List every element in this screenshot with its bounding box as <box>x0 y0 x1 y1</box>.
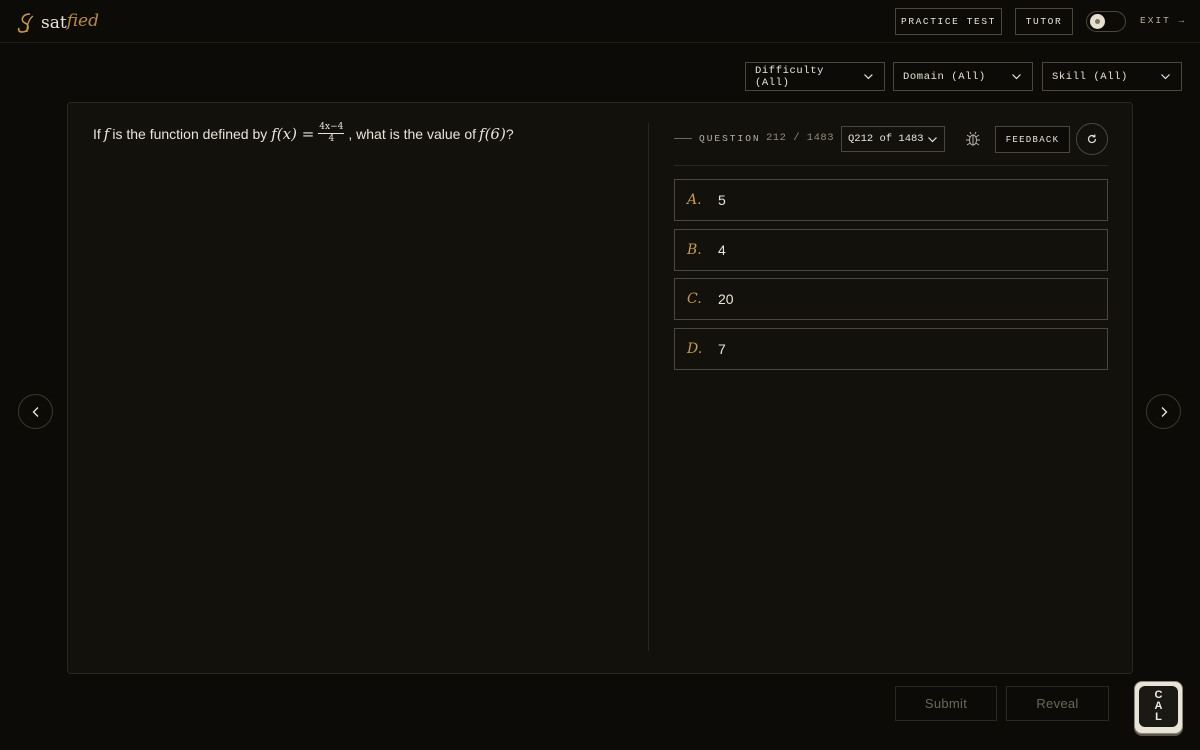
chevron-down-icon <box>1161 74 1170 80</box>
logo-text: sat <box>41 13 67 33</box>
panel-divider <box>648 123 649 651</box>
answer-option-b[interactable]: B. 4 <box>674 229 1108 271</box>
question-suffix: , what is the value of <box>348 126 477 142</box>
logo-script-text: fied <box>66 11 99 31</box>
domain-filter[interactable]: Domain (All) <box>893 62 1033 91</box>
option-letter: B. <box>687 242 702 258</box>
logo[interactable]: sat fied <box>16 6 99 40</box>
theme-toggle[interactable] <box>1086 11 1126 32</box>
option-text: 4 <box>718 242 726 258</box>
option-text: 20 <box>718 291 734 307</box>
toggle-knob <box>1090 14 1105 29</box>
question-end: ? <box>505 126 514 142</box>
domain-filter-label: Domain (All) <box>903 70 986 83</box>
question-label: QUESTION <box>699 133 761 144</box>
question-prefix: If <box>93 126 101 142</box>
math-fraction: 4x−4 4 <box>318 122 345 144</box>
chevron-right-icon <box>1161 406 1167 417</box>
question-text: If f is the function defined by f(x) = 4… <box>93 122 514 145</box>
fraction-numerator: 4x−4 <box>318 122 345 134</box>
header-divider <box>674 165 1108 166</box>
skill-filter-label: Skill (All) <box>1052 70 1128 83</box>
answer-option-a[interactable]: A. 5 <box>674 179 1108 221</box>
calculator-button[interactable]: C A L <box>1134 681 1183 734</box>
math-fx: f(x) = <box>271 125 315 143</box>
chevron-left-icon <box>32 406 38 417</box>
option-letter: C. <box>687 291 702 307</box>
chevron-down-icon <box>864 74 873 80</box>
practice-test-button[interactable]: PRACTICE TEST <box>895 8 1002 35</box>
option-text: 7 <box>718 341 726 357</box>
next-question-button[interactable] <box>1146 394 1181 429</box>
reveal-button[interactable]: Reveal <box>1006 686 1109 721</box>
question-select[interactable]: Q212 of 1483 <box>841 126 945 152</box>
option-text: 5 <box>718 192 726 208</box>
answer-option-c[interactable]: C. 20 <box>674 278 1108 320</box>
question-label-line <box>674 138 692 139</box>
option-letter: A. <box>687 192 702 208</box>
question-count: 212 / 1483 <box>766 132 835 144</box>
difficulty-filter[interactable]: Difficulty (All) <box>745 62 885 91</box>
difficulty-filter-label: Difficulty (All) <box>755 64 825 89</box>
refresh-button[interactable] <box>1076 123 1108 155</box>
math-f6: f(6) <box>479 125 506 143</box>
question-panel: If f is the function defined by f(x) = 4… <box>67 102 1133 674</box>
answer-option-d[interactable]: D. 7 <box>674 328 1108 370</box>
bug-icon[interactable] <box>965 131 981 147</box>
exit-link[interactable]: EXIT → <box>1140 15 1186 26</box>
submit-button[interactable]: Submit <box>895 686 997 721</box>
question-mid: is the function defined by <box>112 126 268 142</box>
feedback-button[interactable]: FEEDBACK <box>995 126 1070 153</box>
tutor-button[interactable]: TUTOR <box>1015 8 1073 35</box>
chevron-down-icon <box>1012 74 1021 80</box>
chevron-down-icon <box>928 136 937 142</box>
top-bar: sat fied PRACTICE TEST TUTOR EXIT → <box>0 0 1200 43</box>
option-letter: D. <box>687 341 703 357</box>
logo-mark-icon <box>17 13 34 33</box>
fraction-denominator: 4 <box>328 134 335 144</box>
refresh-icon <box>1087 134 1097 144</box>
previous-question-button[interactable] <box>18 394 53 429</box>
calc-letter-l: L <box>1155 711 1162 723</box>
calculator-label: C A L <box>1139 686 1178 727</box>
question-select-value: Q212 of 1483 <box>848 133 924 145</box>
math-f: f <box>103 125 110 143</box>
skill-filter[interactable]: Skill (All) <box>1042 62 1182 91</box>
